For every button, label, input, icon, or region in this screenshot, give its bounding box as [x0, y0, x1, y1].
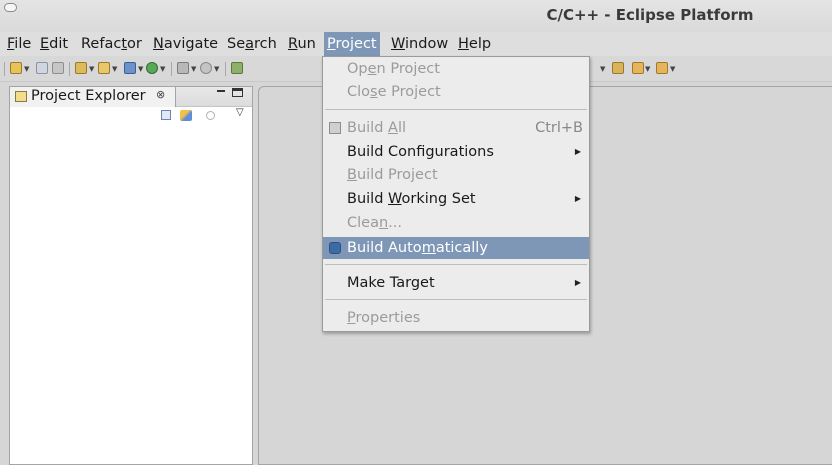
menu-run[interactable]: Run	[285, 32, 319, 56]
project-menu-dropdown: Open Project Close Project Build All Ctr…	[322, 56, 590, 332]
menu-item-label: Build All	[347, 120, 406, 136]
menu-refactor[interactable]: Refactor	[78, 32, 145, 56]
checkbox-checked-icon	[329, 242, 341, 254]
window-title: C/C++ - Eclipse Platform	[546, 6, 754, 24]
forward-icon[interactable]	[656, 62, 668, 74]
menu-help[interactable]: Help	[455, 32, 494, 56]
menu-item-label: Open Project	[347, 61, 440, 77]
external-tools-icon[interactable]	[200, 62, 212, 74]
chevron-down-icon[interactable]: ▼	[214, 65, 219, 73]
tab-label: Project Explorer	[31, 88, 146, 104]
menu-search[interactable]: Search	[224, 32, 280, 56]
close-icon[interactable]: ⊗	[156, 88, 165, 101]
build-icon[interactable]	[177, 62, 189, 74]
submenu-arrow-icon: ▶	[574, 147, 581, 156]
chevron-down-icon[interactable]: ▼	[645, 65, 650, 73]
submenu-arrow-icon: ▶	[574, 278, 581, 287]
menu-item-make-target[interactable]: Make Target ▶	[323, 272, 589, 294]
menu-item-label: Build Working Set	[347, 191, 476, 207]
menu-item-label: Close Project	[347, 84, 441, 100]
chevron-down-icon[interactable]: ▼	[600, 65, 605, 73]
title-bar: C/C++ - Eclipse Platform	[0, 0, 832, 32]
print-icon[interactable]	[52, 62, 64, 74]
menu-item-label: Clean...	[347, 215, 402, 231]
menu-item-label: Build Configurations	[347, 144, 494, 160]
chevron-down-icon[interactable]: ▼	[670, 65, 675, 73]
menu-separator	[325, 299, 587, 300]
menu-navigate[interactable]: Navigate	[150, 32, 221, 56]
toolbar-separator	[225, 62, 226, 76]
menu-window[interactable]: Window	[388, 32, 451, 56]
menu-item-build-all[interactable]: Build All Ctrl+B	[323, 117, 589, 139]
toolbar-separator	[171, 62, 172, 76]
collapse-all-icon[interactable]	[161, 110, 171, 120]
menu-item-build-automatically[interactable]: Build Automatically	[323, 237, 589, 259]
menu-item-label: Build Automatically	[347, 240, 488, 256]
chevron-down-icon[interactable]: ▼	[160, 65, 165, 73]
debug-icon[interactable]	[231, 62, 243, 74]
filter-icon[interactable]	[206, 111, 215, 120]
tab-project-explorer[interactable]: Project Explorer ⊗	[10, 87, 176, 107]
menu-item-build-working-set[interactable]: Build Working Set ▶	[323, 188, 589, 210]
menu-item-close-project[interactable]: Close Project	[323, 81, 589, 103]
next-annotation-icon[interactable]	[612, 62, 624, 74]
menu-separator	[325, 109, 587, 110]
menu-item-label: Build Project	[347, 167, 438, 183]
menu-bar: File Edit Refactor Navigate Search Run P…	[0, 32, 832, 56]
save-icon[interactable]	[36, 62, 48, 74]
menu-edit[interactable]: Edit	[37, 32, 71, 56]
new-class-icon[interactable]	[124, 62, 136, 74]
menu-project[interactable]: Project	[324, 32, 380, 56]
chevron-down-icon[interactable]: ▼	[24, 65, 29, 73]
shortcut-label: Ctrl+B	[535, 120, 583, 136]
project-explorer-view: Project Explorer ⊗ ▽	[9, 86, 253, 465]
minimize-icon[interactable]	[217, 90, 225, 92]
folder-icon	[15, 91, 27, 102]
menu-item-build-configurations[interactable]: Build Configurations ▶	[323, 141, 589, 163]
back-icon[interactable]	[632, 62, 644, 74]
maximize-icon[interactable]	[232, 88, 243, 97]
view-toolbar: ▽	[10, 107, 252, 127]
link-with-editor-icon[interactable]	[180, 110, 192, 121]
chevron-down-icon[interactable]: ▼	[138, 65, 143, 73]
new-icon[interactable]	[10, 62, 22, 74]
new-folder-icon[interactable]	[98, 62, 110, 74]
chevron-down-icon[interactable]: ▼	[112, 65, 117, 73]
build-all-icon	[329, 122, 341, 134]
menu-item-properties[interactable]: Properties	[323, 307, 589, 329]
view-menu-icon[interactable]: ▽	[236, 107, 244, 118]
chevron-down-icon[interactable]: ▼	[191, 65, 196, 73]
toolbar-separator	[4, 62, 5, 76]
menu-item-open-project[interactable]: Open Project	[323, 58, 589, 80]
menu-item-label: Make Target	[347, 275, 435, 291]
menu-item-build-project[interactable]: Build Project	[323, 164, 589, 186]
toolbar-separator	[69, 62, 70, 76]
menu-item-label: Properties	[347, 310, 421, 326]
menu-separator	[325, 264, 587, 265]
menu-item-clean[interactable]: Clean...	[323, 212, 589, 234]
run-icon[interactable]	[146, 62, 158, 74]
new-c-project-icon[interactable]	[75, 62, 87, 74]
menu-file[interactable]: File	[4, 32, 34, 56]
chevron-down-icon[interactable]: ▼	[89, 65, 94, 73]
submenu-arrow-icon: ▶	[574, 194, 581, 203]
